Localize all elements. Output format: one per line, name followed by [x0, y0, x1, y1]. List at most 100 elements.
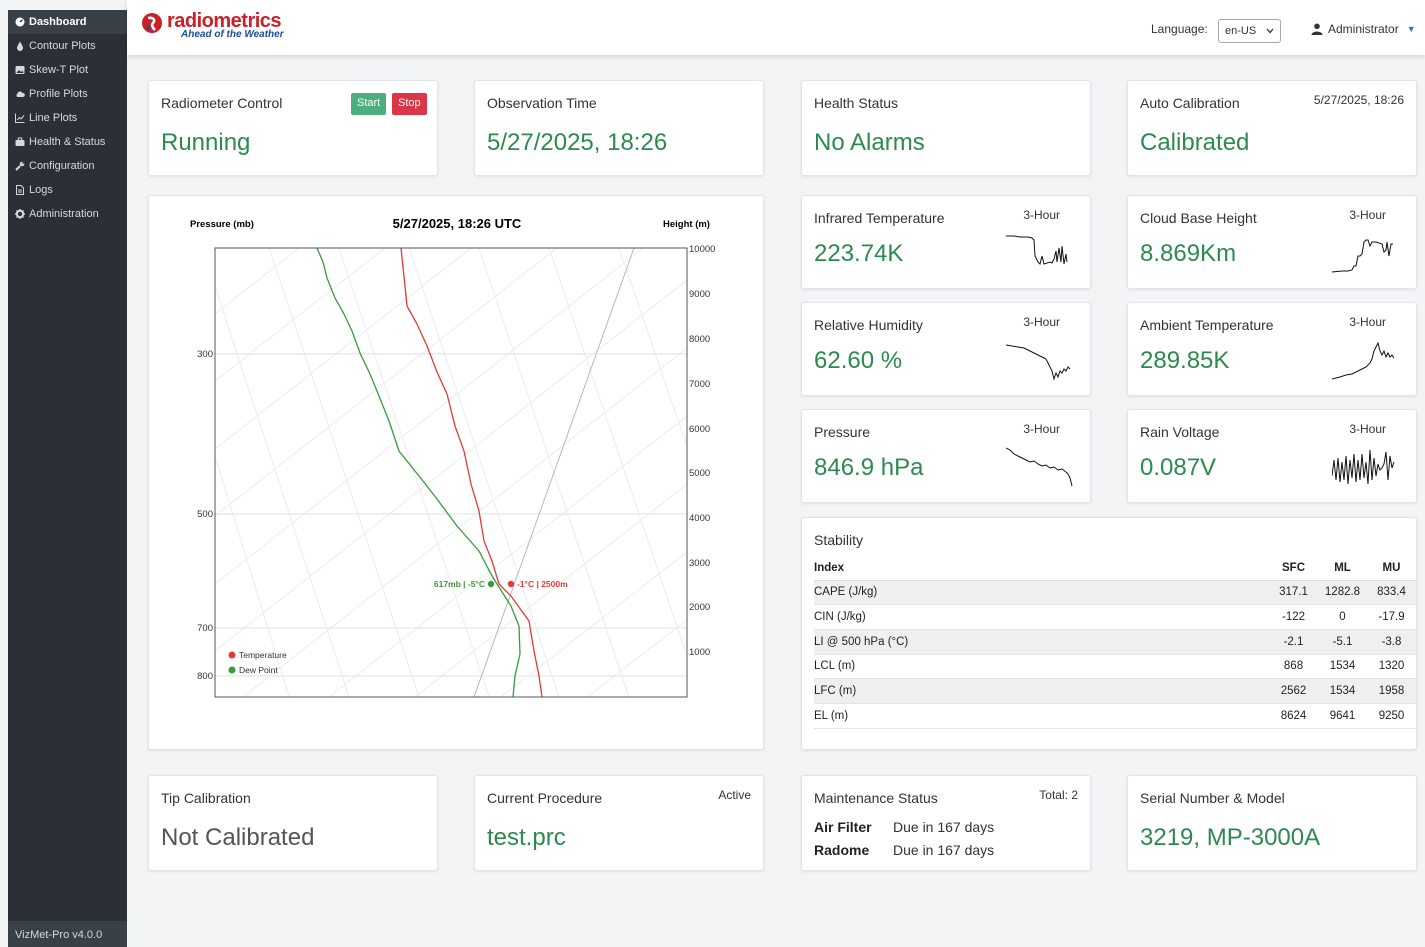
- pressure-tick: 300: [197, 349, 213, 360]
- column-header: MU: [1367, 556, 1416, 581]
- user-menu[interactable]: Administrator ▼: [1311, 22, 1416, 36]
- health-status-card: Health Status No Alarms: [801, 80, 1091, 176]
- language-value: en-US: [1225, 25, 1257, 37]
- sidebar-item-profile-plots[interactable]: Profile Plots: [8, 82, 127, 106]
- pressure-tick: 700: [197, 623, 213, 634]
- sparkline: [1332, 239, 1393, 273]
- height-tick: 5000: [689, 468, 710, 479]
- column-header: SFC: [1269, 556, 1318, 581]
- current-procedure-card: Current Procedure Active test.prc: [474, 775, 764, 871]
- period-label: 3-Hour: [1349, 315, 1386, 329]
- sidebar-item-logs[interactable]: Logs: [8, 178, 127, 202]
- sidebar-item-label: Line Plots: [29, 112, 78, 124]
- height-tick: 10000: [689, 244, 715, 255]
- drop-icon: [17, 41, 23, 51]
- table-cell: 1534: [1318, 654, 1367, 680]
- sidebar-item-dashboard[interactable]: Dashboard: [8, 10, 127, 34]
- table-cell: 1320: [1367, 654, 1416, 680]
- table-cell: 317.1: [1269, 580, 1318, 606]
- procedure-status: Active: [718, 788, 751, 802]
- sidebar-item-skew-t-plot[interactable]: Skew-T Plot: [8, 58, 127, 82]
- card-title: Radiometer Control: [161, 95, 283, 111]
- table-cell: -17.9: [1367, 604, 1416, 630]
- sidebar-item-configuration[interactable]: Configuration: [8, 154, 127, 178]
- table-cell: EL (m): [814, 703, 1269, 729]
- height-tick: 3000: [689, 558, 710, 569]
- infrared-temperature-card[interactable]: Infrared Temperature 3-Hour 223.74K: [801, 195, 1091, 289]
- maintenance-item-name: Radome: [814, 842, 870, 858]
- table-cell: LI @ 500 hPa (°C): [814, 629, 1269, 655]
- pressure-tick: 800: [197, 671, 213, 682]
- legend-dew-point-swatch: [228, 666, 236, 674]
- height-tick: 8000: [689, 334, 710, 345]
- serial-model-card: Serial Number & Model 3219, MP-3000A: [1127, 775, 1417, 871]
- height-axis-label: Height (m): [663, 219, 710, 230]
- card-title: Serial Number & Model: [1140, 790, 1285, 806]
- table-cell: 0: [1318, 604, 1367, 630]
- period-label: 3-Hour: [1023, 422, 1060, 436]
- sidebar-item-label: Profile Plots: [29, 88, 88, 100]
- pressure-axis-label: Pressure (mb): [190, 219, 254, 230]
- sidebar-item-administration[interactable]: Administration: [8, 202, 127, 226]
- table-cell: -122: [1269, 604, 1318, 630]
- maintenance-total: Total: 2: [1039, 788, 1078, 802]
- logo-tagline: Ahead of the Weather: [181, 29, 284, 40]
- height-tick: 6000: [689, 424, 710, 435]
- stop-button[interactable]: Stop: [392, 93, 427, 115]
- sidebar-item-health-status[interactable]: Health & Status: [8, 130, 127, 154]
- gear-icon: [15, 209, 25, 219]
- table-header-row: Index SFC ML MU: [814, 556, 1416, 581]
- briefcase-icon: [15, 137, 25, 146]
- period-label: 3-Hour: [1023, 315, 1060, 329]
- period-label: 3-Hour: [1023, 208, 1060, 222]
- relative-humidity-card[interactable]: Relative Humidity 3-Hour 62.60 %: [801, 302, 1091, 396]
- cloud-base-height-card[interactable]: Cloud Base Height 3-Hour 8.869Km: [1127, 195, 1417, 289]
- card-title: Ambient Temperature: [1140, 317, 1274, 333]
- card-title: Maintenance Status: [814, 790, 938, 806]
- sidebar-item-contour-plots[interactable]: Contour Plots: [8, 34, 127, 58]
- radiometer-status: Running: [161, 129, 251, 156]
- logo[interactable]: radiometrics Ahead of the Weather: [141, 10, 284, 40]
- table-row: CAPE (J/kg) 317.1 1282.8 833.4: [814, 580, 1416, 606]
- rain-voltage-card[interactable]: Rain Voltage 3-Hour 0.087V: [1127, 409, 1417, 503]
- language-label: Language:: [1151, 22, 1208, 36]
- metric-value: 223.74K: [814, 240, 904, 267]
- file-icon: [16, 185, 24, 195]
- table-row: CIN (J/kg) -122 0 -17.9: [814, 604, 1416, 630]
- sidebar-item-label: Logs: [29, 184, 53, 196]
- card-title: Relative Humidity: [814, 317, 923, 333]
- legend-temperature-swatch: [228, 651, 236, 659]
- tip-calibration-card: Tip Calibration Not Calibrated: [148, 775, 438, 871]
- card-title: Health Status: [814, 95, 899, 111]
- language-select[interactable]: en-US: [1218, 19, 1281, 43]
- health-status-value: No Alarms: [814, 129, 925, 156]
- table-cell: 868: [1269, 654, 1318, 680]
- legend-dew-point-label: Dew Point: [239, 665, 278, 675]
- cloud-icon: [16, 91, 25, 97]
- ambient-temperature-card[interactable]: Ambient Temperature 3-Hour 289.85K: [1127, 302, 1417, 396]
- maintenance-status-card: Maintenance Status Total: 2 Air Filter D…: [801, 775, 1091, 871]
- table-cell: 1958: [1367, 678, 1416, 704]
- pressure-card[interactable]: Pressure 3-Hour 846.9 hPa: [801, 409, 1091, 503]
- table-cell: -5.1: [1318, 629, 1367, 655]
- start-button[interactable]: Start: [351, 93, 387, 115]
- period-label: 3-Hour: [1349, 208, 1386, 222]
- table-cell: 8624: [1269, 703, 1318, 729]
- table-cell: -3.8: [1367, 629, 1416, 655]
- table-row: LCL (m) 868 1534 1320: [814, 654, 1416, 680]
- chevron-down-icon: [1266, 28, 1274, 34]
- skew-t-plot[interactable]: Pressure (mb) 5/27/2025, 18:26 UTC Heigh…: [149, 196, 765, 751]
- table-cell: LCL (m): [814, 654, 1269, 680]
- logo-name: radiometrics: [167, 10, 282, 32]
- card-title: Pressure: [814, 424, 871, 440]
- period-label: 3-Hour: [1349, 422, 1386, 436]
- sparkline: [1006, 235, 1068, 265]
- card-title: Current Procedure: [487, 790, 603, 806]
- dew-point-line: [316, 248, 521, 697]
- table-row: LI @ 500 hPa (°C) -2.1 -5.1 -3.8: [814, 629, 1416, 655]
- table-cell: -2.1: [1269, 629, 1318, 655]
- observation-time-card: Observation Time 5/27/2025, 18:26: [474, 80, 764, 176]
- card-title: Rain Voltage: [1140, 424, 1220, 440]
- sidebar-item-line-plots[interactable]: Line Plots: [8, 106, 127, 130]
- table-cell: LFC (m): [814, 678, 1269, 704]
